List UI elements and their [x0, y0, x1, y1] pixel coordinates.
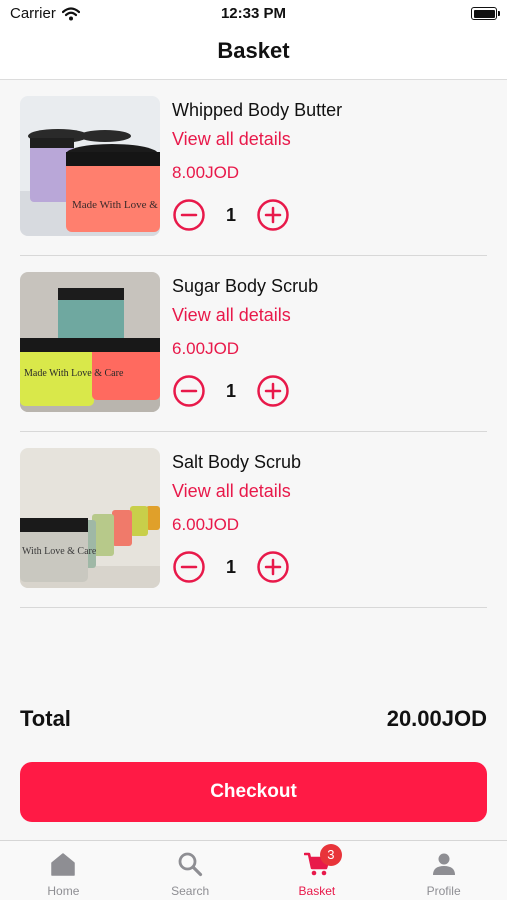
- tab-label: Home: [47, 884, 80, 898]
- home-icon: [51, 853, 76, 876]
- status-bar: Carrier 12:33 PM: [0, 0, 507, 28]
- product-image[interactable]: Made With Love & Care: [20, 96, 160, 236]
- quantity-value: 1: [225, 204, 236, 225]
- product-name: Salt Body Scrub: [172, 452, 302, 472]
- basket-item: With Love & Care Salt Body Scrub View al…: [20, 432, 487, 608]
- view-details-link[interactable]: View all details: [172, 129, 291, 150]
- tab-home[interactable]: Home: [0, 841, 127, 900]
- total-value: 20.00JOD: [386, 706, 487, 731]
- total-label: Total: [20, 706, 71, 731]
- plus-icon[interactable]: [256, 374, 290, 408]
- tab-bar: Home Search 3 Basket Profile: [0, 840, 507, 900]
- product-image[interactable]: With Love & Care: [20, 448, 160, 588]
- tab-search[interactable]: Search: [127, 841, 254, 900]
- view-details-link[interactable]: View all details: [172, 305, 291, 326]
- product-price: 6.00JOD: [172, 515, 240, 534]
- tab-label: Profile: [426, 884, 461, 898]
- nav-header: Basket: [0, 28, 507, 80]
- basket-item: Made With Love & Care Sugar Body Scrub V…: [20, 256, 487, 432]
- image-label: Made With Love & Care: [24, 368, 124, 379]
- tab-label: Basket: [298, 884, 336, 898]
- quantity-stepper: 1: [172, 550, 290, 584]
- tab-basket[interactable]: 3 Basket: [254, 841, 381, 900]
- quantity-stepper: 1: [172, 198, 290, 232]
- total-row: Total 20.00JOD: [20, 704, 487, 736]
- image-label: With Love & Care: [22, 546, 97, 557]
- cart-count-badge: 3: [319, 844, 342, 866]
- tab-label: Search: [171, 884, 210, 898]
- image-label: Made With Love & Care: [72, 199, 160, 211]
- product-price: 6.00JOD: [172, 339, 240, 358]
- basket-item: Made With Love & Care Whipped Body Butte…: [20, 80, 487, 256]
- page-title: Basket: [217, 38, 290, 63]
- battery-icon: [471, 7, 500, 20]
- product-name: Sugar Body Scrub: [172, 276, 319, 296]
- checkout-button[interactable]: Checkout: [20, 762, 487, 822]
- search-icon: [178, 852, 203, 877]
- view-details-link[interactable]: View all details: [172, 481, 291, 502]
- basket-list: Made With Love & Care Whipped Body Butte…: [20, 80, 487, 608]
- minus-icon[interactable]: [172, 374, 206, 408]
- tab-profile[interactable]: Profile: [380, 841, 507, 900]
- plus-icon[interactable]: [256, 550, 290, 584]
- quantity-value: 1: [225, 380, 236, 401]
- person-icon: [432, 853, 455, 875]
- plus-icon[interactable]: [256, 198, 290, 232]
- product-price: 8.00JOD: [172, 163, 240, 182]
- product-image[interactable]: Made With Love & Care: [20, 272, 160, 412]
- quantity-value: 1: [225, 556, 236, 577]
- minus-icon[interactable]: [172, 198, 206, 232]
- quantity-stepper: 1: [172, 374, 290, 408]
- product-name: Whipped Body Butter: [172, 100, 343, 120]
- minus-icon[interactable]: [172, 550, 206, 584]
- status-time: 12:33 PM: [220, 5, 287, 22]
